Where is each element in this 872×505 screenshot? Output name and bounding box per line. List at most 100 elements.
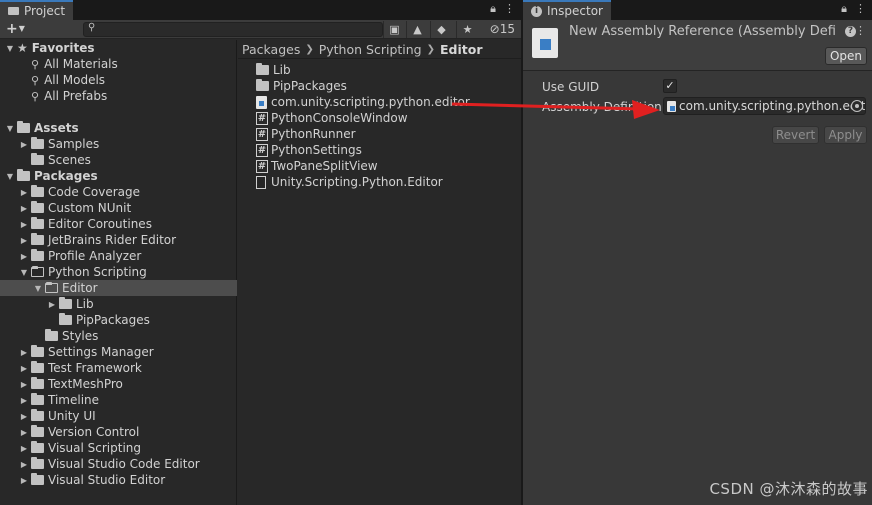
collapsed-arrow-icon[interactable]: ▶	[19, 236, 29, 245]
search-input[interactable]: ⚲	[83, 22, 383, 37]
search-by-type-button[interactable]: ▣	[383, 21, 405, 38]
collapsed-arrow-icon[interactable]: ▶	[19, 380, 29, 389]
file-item[interactable]: # PythonSettings	[238, 142, 521, 158]
tree-item[interactable]: ▶ Code Coverage	[0, 184, 237, 200]
tree-item[interactable]: ▶ Visual Studio Editor	[0, 472, 237, 488]
component-menu-icon[interactable]: ⋮	[855, 24, 866, 37]
tree-item[interactable]: ▼ Assets	[0, 120, 237, 136]
tree-item[interactable]: Styles	[0, 328, 237, 344]
kebab-menu-icon[interactable]: ⋮	[504, 2, 515, 16]
file-item[interactable]: # TwoPaneSplitView	[238, 158, 521, 174]
collapsed-arrow-icon[interactable]: ▶	[19, 204, 29, 213]
assembly-definition-icon	[667, 100, 676, 112]
tree-item[interactable]: Scenes	[0, 152, 237, 168]
folder-icon	[31, 217, 44, 229]
tree-item[interactable]: ▶ Samples	[0, 136, 237, 152]
folder-tree: ▼ ★ Favorites ⚲ All Materials ⚲ All Models ⚲ All…	[0, 40, 237, 505]
lock-icon[interactable]: 🔒︎	[490, 2, 496, 16]
tree-item[interactable]: ▼ Editor	[0, 280, 237, 296]
file-item[interactable]: Unity.Scripting.Python.Editor	[238, 174, 521, 190]
file-list: Lib PipPackages com.unity.scripting.python…	[238, 60, 521, 505]
collapsed-arrow-icon[interactable]: ▶	[19, 348, 29, 357]
lock-icon[interactable]: 🔒︎	[841, 2, 847, 16]
tree-item[interactable]: ▶ TextMeshPro	[0, 376, 237, 392]
collapsed-arrow-icon[interactable]: ▶	[19, 252, 29, 261]
collapsed-arrow-icon[interactable]: ▶	[47, 300, 57, 309]
use-guid-label: Use GUID	[542, 80, 600, 94]
folder-icon	[31, 409, 44, 421]
create-menu-button[interactable]: +▼	[6, 21, 25, 37]
tree-item[interactable]: ⚲ All Prefabs	[0, 88, 237, 104]
tree-item[interactable]: ▼ Python Scripting	[0, 264, 237, 280]
object-picker-icon[interactable]	[851, 100, 863, 112]
tree-item[interactable]: ▶ Version Control	[0, 424, 237, 440]
tree-item[interactable]: ▶ Editor Coroutines	[0, 216, 237, 232]
tree-item[interactable]: ▶ Visual Studio Code Editor	[0, 456, 237, 472]
tree-item[interactable]: ▶ Lib	[0, 296, 237, 312]
tree-item[interactable]: ▶ Custom NUnit	[0, 200, 237, 216]
folder-icon	[31, 425, 44, 437]
apply-button[interactable]: Apply	[824, 126, 867, 144]
tree-item-label: All Models	[44, 73, 106, 87]
search-by-label-button[interactable]: ▲	[406, 21, 428, 38]
tree-item[interactable]: ▶ JetBrains Rider Editor	[0, 232, 237, 248]
breadcrumb-item[interactable]: Python Scripting	[319, 42, 422, 57]
collapsed-arrow-icon[interactable]: ▶	[19, 220, 29, 229]
kebab-menu-icon[interactable]: ⋮	[855, 2, 866, 16]
tree-item[interactable]: ⚲ All Materials	[0, 56, 237, 72]
folder-icon	[31, 137, 44, 149]
tree-item[interactable]: ▶ Profile Analyzer	[0, 248, 237, 264]
collapsed-arrow-icon[interactable]: ▶	[19, 364, 29, 373]
tree-item-label: Favorites	[31, 41, 95, 55]
tree-item[interactable]: ▶ Visual Scripting	[0, 440, 237, 456]
tree-item-label: JetBrains Rider Editor	[48, 233, 177, 247]
tree-item[interactable]: PipPackages	[0, 312, 237, 328]
expanded-arrow-icon[interactable]: ▼	[5, 124, 15, 133]
revert-button[interactable]: Revert	[772, 126, 819, 144]
tree-item[interactable]: ▼ ★ Favorites	[0, 40, 237, 56]
file-item[interactable]: # PythonConsoleWindow	[238, 110, 521, 126]
file-item[interactable]: Lib	[238, 62, 521, 78]
collapsed-arrow-icon[interactable]: ▶	[19, 428, 29, 437]
folder-icon	[256, 79, 269, 91]
search-icon: ⚲	[31, 57, 40, 71]
file-item-label: PythonConsoleWindow	[271, 111, 408, 125]
favorites-button[interactable]: ★	[456, 21, 478, 38]
tag-button[interactable]: ◆	[430, 21, 452, 38]
expanded-arrow-icon[interactable]: ▼	[5, 172, 15, 181]
collapsed-arrow-icon[interactable]: ▶	[19, 476, 29, 485]
tree-item[interactable]: ▶ Timeline	[0, 392, 237, 408]
inspector-tab[interactable]: i Inspector	[523, 0, 611, 20]
open-button[interactable]: Open	[825, 47, 867, 65]
tree-item-label: Test Framework	[48, 361, 142, 375]
hidden-packages-toggle[interactable]: ⊘15	[490, 22, 515, 36]
collapsed-arrow-icon[interactable]: ▶	[19, 396, 29, 405]
breadcrumb-item[interactable]: Packages	[242, 42, 300, 57]
breadcrumb-item[interactable]: Editor	[440, 42, 483, 57]
project-tab[interactable]: Project	[0, 0, 74, 20]
project-tab-label: Project	[24, 4, 66, 18]
file-item[interactable]: # PythonRunner	[238, 126, 521, 142]
tree-item[interactable]: ▼ Packages	[0, 168, 237, 184]
project-tabbar: Project 🔒︎ ⋮	[0, 0, 521, 20]
collapsed-arrow-icon[interactable]: ▶	[19, 444, 29, 453]
tree-item[interactable]: ▶ Settings Manager	[0, 344, 237, 360]
inspector-tab-label: Inspector	[547, 4, 603, 18]
collapsed-arrow-icon[interactable]: ▶	[19, 188, 29, 197]
expanded-arrow-icon[interactable]: ▼	[33, 284, 43, 293]
use-guid-checkbox[interactable]: ✓	[663, 79, 677, 93]
expanded-arrow-icon[interactable]: ▼	[5, 44, 15, 53]
search-icon: ⚲	[88, 22, 96, 33]
collapsed-arrow-icon[interactable]: ▶	[19, 140, 29, 149]
assembly-definition-field[interactable]: com.unity.scripting.python.edit	[663, 97, 866, 115]
expanded-arrow-icon[interactable]: ▼	[19, 268, 29, 277]
folder-icon	[17, 169, 30, 181]
tree-item[interactable]: ▶ Test Framework	[0, 360, 237, 376]
tree-item[interactable]: ⚲ All Models	[0, 72, 237, 88]
tree-item[interactable]: ▶ Unity UI	[0, 408, 237, 424]
collapsed-arrow-icon[interactable]: ▶	[19, 412, 29, 421]
collapsed-arrow-icon[interactable]: ▶	[19, 460, 29, 469]
file-item[interactable]: com.unity.scripting.python.editor	[238, 94, 521, 110]
file-item[interactable]: PipPackages	[238, 78, 521, 94]
assembly-definition-value: com.unity.scripting.python.edit	[679, 99, 866, 113]
